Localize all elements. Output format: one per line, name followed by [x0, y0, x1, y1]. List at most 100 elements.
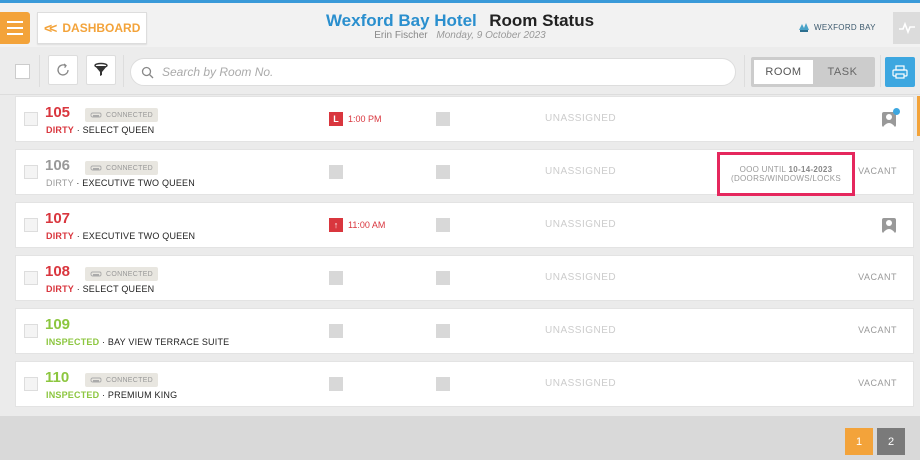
- time-label: 11:00 AM: [348, 220, 386, 230]
- room-task-toggle: ROOM TASK: [751, 57, 875, 87]
- room-checkbox[interactable]: [24, 165, 38, 179]
- hotel-name: Wexford Bay Hotel: [325, 11, 477, 30]
- room-status-line: INSPECTED · BAY VIEW TERRACE SUITE: [46, 337, 229, 347]
- room-number: 107: [45, 210, 71, 227]
- connected-badge: CONNECTED: [85, 267, 159, 281]
- connected-badge: CONNECTED: [85, 108, 159, 122]
- room-type: EXECUTIVE TWO QUEEN: [82, 178, 195, 188]
- room-number: 110: [45, 369, 70, 386]
- search-bar: [130, 58, 736, 86]
- sofa-icon: [90, 377, 102, 382]
- occupancy-label: VACANT: [858, 166, 897, 176]
- room-number: 108: [45, 263, 71, 280]
- user-name: Erin Fischer: [374, 30, 428, 41]
- room-type: PREMIUM KING: [107, 390, 178, 400]
- sofa-icon: [90, 271, 102, 276]
- room-status-line: DIRTY · EXECUTIVE TWO QUEEN: [46, 178, 195, 188]
- page-subtitle: Erin Fischer Monday, 9 October 2023: [0, 30, 920, 41]
- room-type: SELECT QUEEN: [82, 125, 155, 135]
- separator: ·: [74, 125, 83, 135]
- notification-badge: [893, 108, 900, 115]
- search-input[interactable]: [162, 65, 722, 79]
- room-type: EXECUTIVE TWO QUEEN: [82, 231, 196, 241]
- ooo-date: 10-14-2023: [788, 165, 833, 174]
- room-checkbox[interactable]: [24, 271, 38, 285]
- room-status: DIRTY: [46, 284, 74, 294]
- refresh-icon: [57, 63, 69, 76]
- time-indicator: [329, 271, 343, 285]
- room-status: INSPECTED: [46, 337, 100, 347]
- arrival-time: L 1:00 PM: [329, 112, 382, 126]
- separator: ·: [74, 231, 83, 241]
- time-indicator: [329, 377, 343, 391]
- print-icon: [892, 65, 908, 79]
- connected-badge: CONNECTED: [85, 161, 159, 175]
- room-checkbox[interactable]: [24, 377, 38, 391]
- task-indicator: [436, 218, 450, 232]
- room-number: 109: [45, 316, 71, 333]
- time-indicator: [329, 324, 343, 338]
- room-status-line: DIRTY · EXECUTIVE TWO QUEEN: [46, 231, 195, 241]
- room-number: 105: [45, 104, 71, 121]
- room-checkbox[interactable]: [24, 324, 38, 338]
- toolbar-divider: [744, 55, 745, 87]
- time-indicator: [329, 165, 343, 179]
- assignment-label: UNASSIGNED: [545, 378, 617, 389]
- room-status-line: INSPECTED · PREMIUM KING: [46, 390, 177, 400]
- task-indicator: [436, 271, 450, 285]
- refresh-button[interactable]: [48, 55, 78, 85]
- assignment-label: UNASSIGNED: [545, 166, 617, 177]
- ooo-reason: (DOORS/WINDOWS/LOCKS: [730, 174, 841, 183]
- assignment-label: UNASSIGNED: [545, 325, 617, 336]
- room-status: DIRTY: [46, 125, 74, 135]
- brand-icon: [799, 23, 809, 32]
- toolbar: ROOM TASK: [0, 47, 920, 95]
- room-status: INSPECTED: [46, 390, 100, 400]
- page-title: Room Status: [489, 11, 595, 30]
- room-list: 105 CONNECTED DIRTY · SELECT QUEEN L 1:0…: [0, 96, 920, 416]
- brand-name: WEXFORD BAY: [814, 22, 876, 32]
- room-row[interactable]: 107 DIRTY · EXECUTIVE TWO QUEEN ↑ 11:00 …: [15, 202, 914, 248]
- room-row[interactable]: 105 CONNECTED DIRTY · SELECT QUEEN L 1:0…: [15, 96, 914, 142]
- ooo-line: OOO UNTIL 10-14-2023: [740, 165, 833, 174]
- filter-icon: [94, 62, 108, 76]
- room-row[interactable]: 108 CONNECTED DIRTY · SELECT QUEEN UNASS…: [15, 255, 914, 301]
- filter-button[interactable]: [86, 55, 116, 85]
- connected-label: CONNECTED: [106, 270, 154, 278]
- late-checkout-tag: L: [329, 112, 343, 126]
- room-checkbox[interactable]: [24, 112, 38, 126]
- connected-label: CONNECTED: [106, 376, 154, 384]
- room-row[interactable]: 106 CONNECTED DIRTY · EXECUTIVE TWO QUEE…: [15, 149, 914, 196]
- activity-button[interactable]: [893, 12, 920, 44]
- page-1-button[interactable]: 1: [845, 428, 873, 455]
- connected-label: CONNECTED: [106, 164, 154, 172]
- room-type: BAY VIEW TERRACE SUITE: [107, 337, 230, 347]
- arrival-time: ↑ 11:00 AM: [329, 218, 385, 232]
- room-checkbox[interactable]: [24, 218, 38, 232]
- separator: ·: [99, 337, 108, 347]
- assignment-label: UNASSIGNED: [545, 113, 617, 124]
- search-icon: [141, 66, 154, 78]
- brand-logo: WEXFORD BAY: [798, 21, 876, 33]
- assignment-label: UNASSIGNED: [545, 272, 617, 283]
- room-number: 106: [45, 157, 71, 174]
- time-label: 1:00 PM: [348, 114, 382, 124]
- occupancy-label: VACANT: [858, 272, 897, 282]
- page-2-button[interactable]: 2: [877, 428, 905, 455]
- sofa-icon: [90, 112, 102, 117]
- tab-room[interactable]: ROOM: [754, 60, 813, 84]
- tab-task[interactable]: TASK: [813, 60, 872, 84]
- print-button[interactable]: [885, 57, 915, 87]
- room-row[interactable]: 110 CONNECTED INSPECTED · PREMIUM KING U…: [15, 361, 914, 407]
- select-all-checkbox[interactable]: [15, 64, 30, 79]
- toolbar-divider: [123, 55, 124, 87]
- arrival-up-arrow-icon: ↑: [329, 218, 343, 232]
- toolbar-divider: [880, 55, 881, 87]
- separator: ·: [99, 390, 108, 400]
- task-indicator: [436, 165, 450, 179]
- room-row[interactable]: 109 INSPECTED · BAY VIEW TERRACE SUITE U…: [15, 308, 914, 354]
- connected-badge: CONNECTED: [85, 373, 159, 387]
- occupancy-label: VACANT: [858, 378, 897, 388]
- connected-label: CONNECTED: [106, 111, 154, 119]
- person-icon[interactable]: [882, 218, 896, 233]
